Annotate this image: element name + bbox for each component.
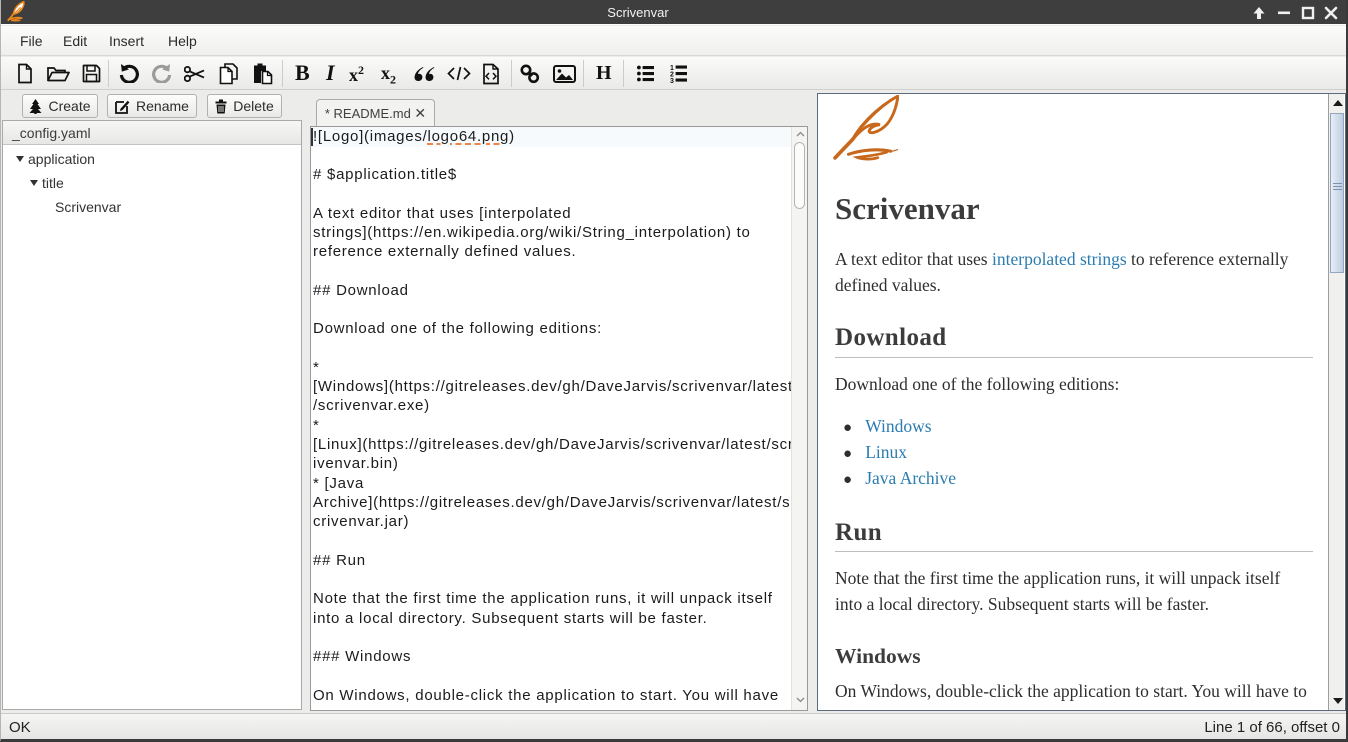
svg-text:3: 3 xyxy=(670,78,674,83)
